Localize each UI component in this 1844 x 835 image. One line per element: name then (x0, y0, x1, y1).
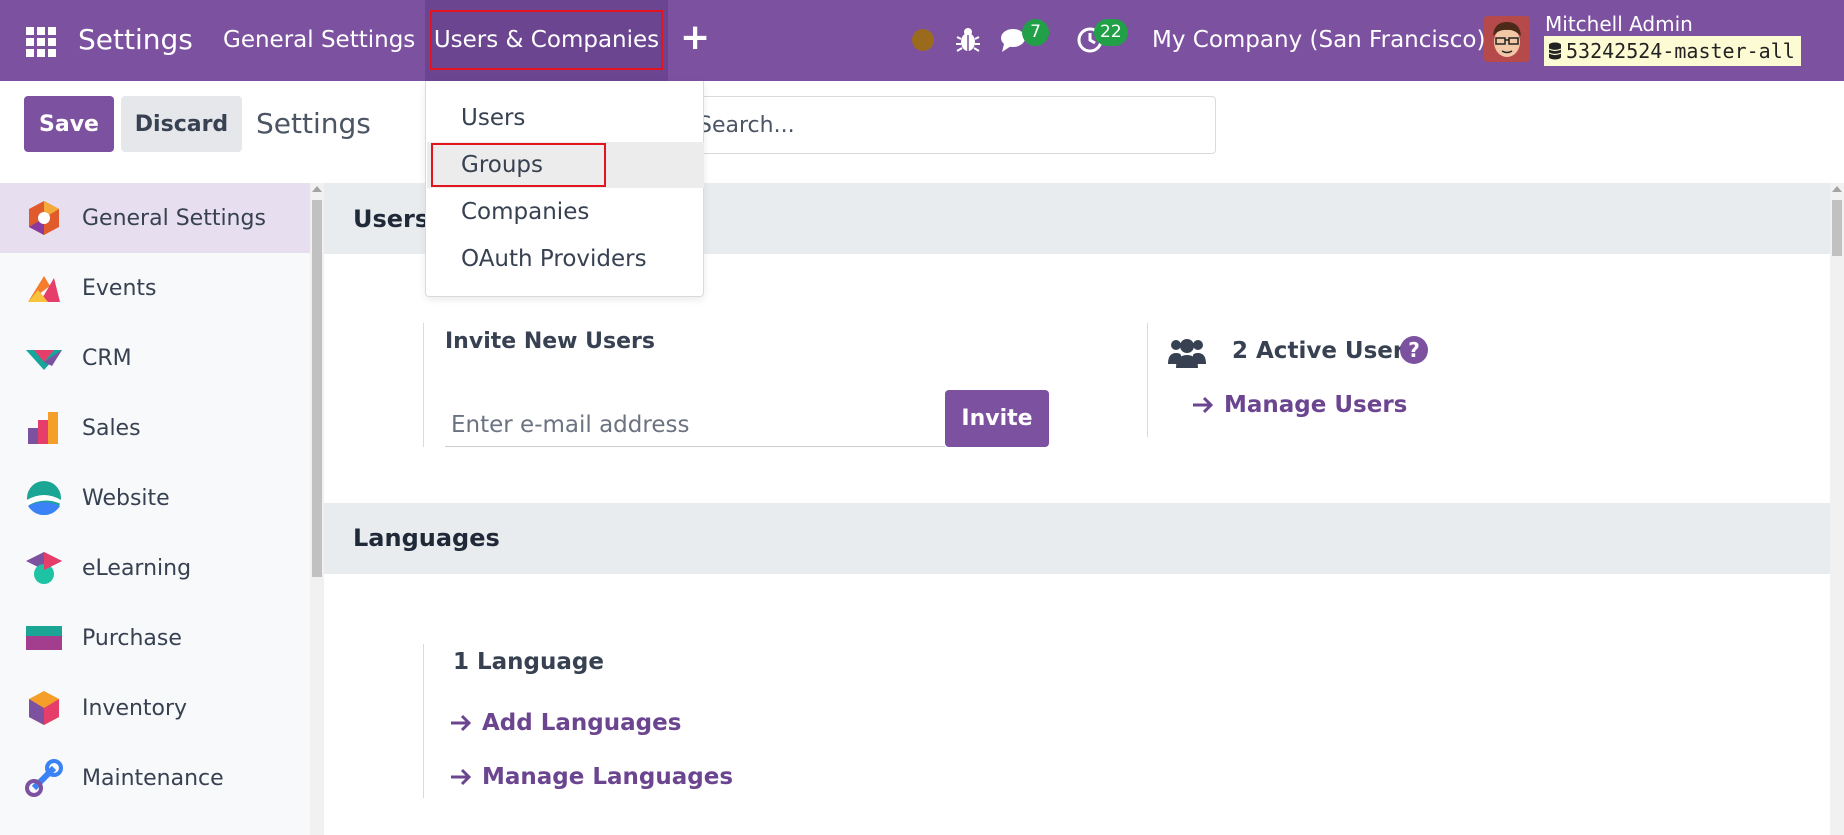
sidebar-scroll-thumb[interactable] (312, 200, 322, 577)
languages-section-title: Languages (353, 524, 500, 552)
active-users-count: 2 Active User (1232, 338, 1405, 364)
invite-email-input[interactable] (445, 403, 945, 447)
divider (1147, 323, 1148, 437)
divider (423, 644, 424, 798)
sidebar-item-purchase[interactable]: Purchase (0, 603, 310, 673)
user-name[interactable]: Mitchell Admin (1545, 11, 1693, 37)
dropdown-item-oauth-providers[interactable]: OAuth Providers (427, 236, 704, 282)
general-settings-icon (29, 201, 59, 235)
sidebar-item-label: Sales (82, 415, 141, 441)
sidebar-item-maintenance[interactable]: Maintenance (0, 743, 310, 813)
sidebar-item-elearning[interactable]: eLearning (0, 533, 310, 603)
main-scrollbar[interactable] (1830, 183, 1844, 835)
sidebar-item-label: General Settings (82, 205, 266, 231)
apps-menu-icon[interactable] (26, 27, 56, 57)
sidebar-scroll-up-icon[interactable] (312, 186, 322, 192)
sidebar-item-crm[interactable]: CRM (0, 323, 310, 393)
user-avatar[interactable] (1484, 16, 1530, 62)
users-companies-dropdown: Users Groups Companies OAuth Providers (425, 81, 704, 297)
save-button[interactable]: Save (24, 96, 114, 152)
manage-languages-link[interactable]: Manage Languages (450, 764, 733, 790)
arrow-right-icon (451, 768, 472, 786)
website-icon (27, 481, 61, 515)
arrow-right-icon (1193, 396, 1214, 414)
help-icon[interactable]: ? (1400, 336, 1428, 364)
elearning-icon (26, 552, 62, 584)
top-navbar: Settings General Settings Users & Compan… (0, 0, 1844, 81)
messages-count-badge: 7 (1022, 19, 1049, 46)
crm-icon (26, 350, 62, 370)
discard-button[interactable]: Discard (121, 96, 242, 152)
users-section-title: Users (353, 205, 430, 233)
sidebar-item-general-settings[interactable]: General Settings (0, 183, 310, 253)
database-icon (1548, 42, 1562, 60)
sidebar-item-events[interactable]: Events (0, 253, 310, 323)
dropdown-item-companies[interactable]: Companies (427, 189, 704, 235)
inventory-icon (29, 691, 59, 725)
sidebar-item-sales[interactable]: Sales (0, 393, 310, 463)
arrow-right-icon (451, 714, 472, 732)
add-languages-label: Add Languages (482, 710, 682, 736)
main-scroll-thumb[interactable] (1832, 200, 1842, 256)
sales-icon (28, 412, 58, 444)
language-count: 1 Language (453, 649, 604, 675)
app-title[interactable]: Settings (78, 20, 193, 60)
users-group-icon (1168, 339, 1206, 368)
sidebar-item-website[interactable]: Website (0, 463, 310, 533)
dropdown-item-groups[interactable]: Groups (427, 142, 704, 188)
dropdown-item-users[interactable]: Users (427, 95, 704, 141)
activities-count-badge: 22 (1094, 19, 1128, 46)
manage-users-label: Manage Users (1224, 392, 1408, 418)
status-dot-icon[interactable] (912, 29, 934, 51)
sidebar-item-label: Inventory (82, 695, 188, 721)
database-name-chip: 53242524-master-all (1544, 36, 1801, 66)
sidebar-item-inventory[interactable]: Inventory (0, 673, 310, 743)
main-scroll-up-icon[interactable] (1832, 186, 1842, 192)
bug-icon[interactable] (955, 25, 981, 55)
sidebar-item-label: eLearning (82, 555, 192, 581)
menu-general-settings[interactable]: General Settings (223, 24, 415, 56)
settings-sidebar: General Settings Events CRM Sales Websit… (0, 183, 310, 835)
divider (423, 323, 424, 447)
breadcrumb: Settings (256, 107, 371, 140)
sidebar-item-label: Maintenance (82, 765, 224, 791)
maintenance-icon (25, 759, 63, 797)
languages-section-header (324, 503, 1830, 574)
add-menu-button[interactable]: + (680, 18, 710, 58)
purchase-icon (26, 626, 62, 650)
manage-languages-label: Manage Languages (482, 764, 734, 790)
invite-new-users-label: Invite New Users (445, 329, 655, 354)
search-input[interactable] (690, 96, 1216, 154)
sidebar-item-label: CRM (82, 345, 132, 371)
menu-users-companies[interactable]: Users & Companies (430, 10, 663, 70)
sidebar-item-label: Website (82, 485, 170, 511)
sidebar-item-label: Events (82, 275, 157, 301)
add-languages-link[interactable]: Add Languages (450, 710, 681, 736)
invite-button[interactable]: Invite (945, 390, 1049, 447)
events-icon (28, 276, 60, 302)
manage-users-link[interactable]: Manage Users (1192, 392, 1407, 418)
company-switcher[interactable]: My Company (San Francisco) (1152, 24, 1485, 56)
sidebar-item-label: Purchase (82, 625, 182, 651)
database-name: 53242524-master-all (1566, 39, 1795, 63)
